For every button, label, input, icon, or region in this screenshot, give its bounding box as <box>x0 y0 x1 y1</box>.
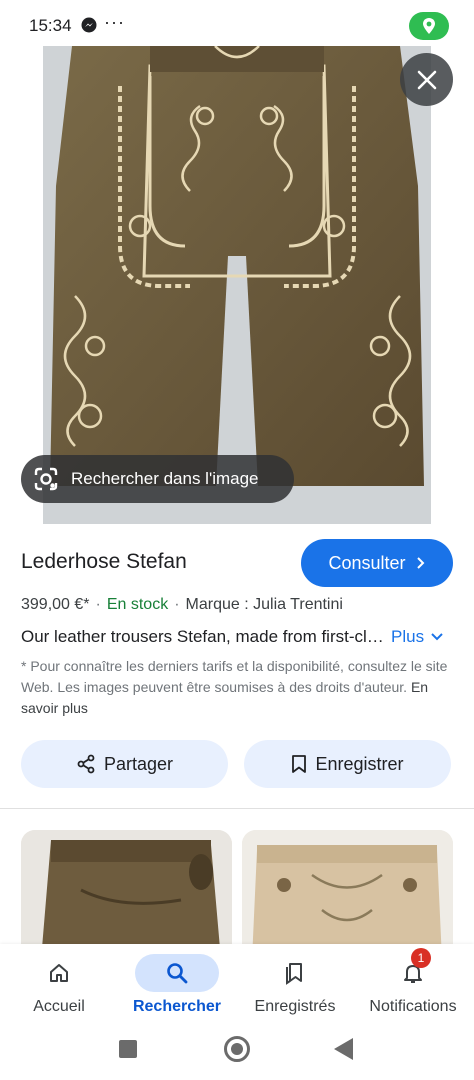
back-icon[interactable] <box>334 1038 353 1060</box>
divider <box>0 808 474 809</box>
nav-home-label: Accueil <box>33 998 85 1015</box>
search-in-image-button[interactable]: Rechercher dans l'image <box>21 455 294 503</box>
disclaimer-text: * Pour connaître les derniers tarifs et … <box>21 656 455 719</box>
lens-icon <box>34 467 58 491</box>
related-lederhosen-dark-image <box>21 830 232 960</box>
search-in-image-label: Rechercher dans l'image <box>71 469 259 488</box>
more-label: Plus <box>391 627 425 646</box>
system-navigation-bar <box>0 1026 474 1080</box>
bookmarks-icon <box>267 954 323 992</box>
close-button[interactable] <box>400 53 453 106</box>
related-lederhosen-light-image <box>242 830 453 960</box>
bell-icon: 1 <box>385 948 441 992</box>
search-icon <box>135 954 219 992</box>
product-meta: 399,00 €* · En stock · Marque : Julia Trenti… <box>21 596 343 613</box>
product-description: Our leather trousers Stefan, made from f… <box>21 627 393 646</box>
product-title: Lederhose Stefan <box>21 550 187 573</box>
product-image[interactable]: Rechercher dans l'image <box>0 46 474 524</box>
disclaimer-body: * Pour connaître les derniers tarifs et … <box>21 658 448 695</box>
bottom-navigation: Accueil Rechercher Enregistrés 1 Notific… <box>0 944 474 1026</box>
chevron-down-icon <box>431 633 443 641</box>
close-icon <box>417 70 436 89</box>
notification-badge: 1 <box>411 948 431 968</box>
lederhosen-image <box>50 46 424 486</box>
home-button-icon[interactable] <box>224 1036 250 1062</box>
nav-notifications-label: Notifications <box>369 998 457 1015</box>
status-bar: 15:34 ··· <box>0 0 474 46</box>
status-time: 15:34 <box>29 16 72 35</box>
location-indicator <box>409 12 449 40</box>
nav-saved[interactable]: Enregistrés <box>236 944 354 1026</box>
product-price: 399,00 €* <box>21 596 90 613</box>
bookmark-icon <box>292 755 307 773</box>
nav-search[interactable]: Rechercher <box>118 944 236 1026</box>
nav-notifications[interactable]: 1 Notifications <box>354 944 472 1026</box>
home-icon <box>31 954 87 992</box>
product-brand: Marque : Julia Trentini <box>185 596 343 613</box>
save-button[interactable]: Enregistrer <box>244 740 451 788</box>
consult-button[interactable]: Consulter <box>301 539 453 587</box>
more-notifications-icon: ··· <box>104 12 125 32</box>
consult-label: Consulter <box>328 552 406 573</box>
more-button[interactable]: Plus <box>391 627 444 647</box>
share-label: Partager <box>103 753 174 774</box>
messenger-icon <box>81 17 97 33</box>
save-label: Enregistrer <box>315 753 404 774</box>
stock-status: En stock <box>106 596 169 613</box>
nav-home[interactable]: Accueil <box>0 944 118 1026</box>
recents-icon[interactable] <box>119 1040 137 1058</box>
share-icon <box>77 754 95 774</box>
chevron-right-icon <box>416 557 424 569</box>
related-image-2[interactable] <box>242 830 453 960</box>
nav-search-label: Rechercher <box>132 998 222 1015</box>
share-button[interactable]: Partager <box>21 740 228 788</box>
nav-saved-label: Enregistrés <box>254 998 336 1015</box>
related-image-1[interactable] <box>21 830 232 960</box>
location-pin-icon <box>423 18 435 34</box>
